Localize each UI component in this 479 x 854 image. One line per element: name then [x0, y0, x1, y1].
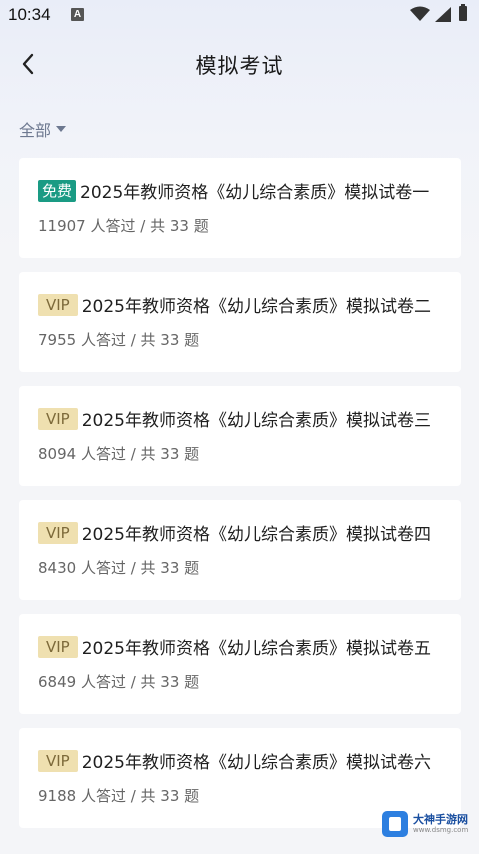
exam-title: 2025年教师资格《幼儿综合素质》模拟试卷四 — [81, 525, 431, 545]
exam-meta: 8430 人答过 / 共 33 题 — [38, 559, 200, 577]
exam-card[interactable]: VIP 2025年教师资格《幼儿综合素质》模拟试卷二 7955 人答过 / 共 … — [19, 272, 461, 372]
status-bar: 10:34 A — [0, 0, 479, 32]
status-time: 10:34 — [8, 5, 51, 24]
watermark: 大神手游网 www.dsmg.com — [382, 806, 472, 842]
caret-down-icon — [56, 126, 67, 132]
exam-title-row: VIP 2025年教师资格《幼儿综合素质》模拟试卷四 — [38, 520, 431, 545]
exam-title: 2025年教师资格《幼儿综合素质》模拟试卷三 — [81, 411, 431, 431]
signal-icon — [435, 7, 451, 22]
exam-title-row: VIP 2025年教师资格《幼儿综合素质》模拟试卷二 — [38, 292, 431, 317]
watermark-text: 大神手游网 www.dsmg.com — [413, 813, 468, 835]
page-title: 模拟考试 — [195, 54, 284, 78]
exam-meta: 7955 人答过 / 共 33 题 — [38, 331, 200, 349]
notification-icon: A — [71, 8, 84, 21]
exam-meta: 8094 人答过 / 共 33 题 — [38, 445, 200, 463]
exam-list: 免费 2025年教师资格《幼儿综合素质》模拟试卷一 11907 人答过 / 共 … — [19, 158, 461, 842]
header: 模拟考试 — [0, 32, 479, 96]
exam-title-row: VIP 2025年教师资格《幼儿综合素质》模拟试卷三 — [38, 406, 431, 431]
exam-meta: 9188 人答过 / 共 33 题 — [38, 787, 200, 805]
exam-title-row: 免费 2025年教师资格《幼儿综合素质》模拟试卷一 — [38, 178, 429, 203]
exam-title: 2025年教师资格《幼儿综合素质》模拟试卷一 — [80, 183, 430, 203]
exam-card[interactable]: 免费 2025年教师资格《幼儿综合素质》模拟试卷一 11907 人答过 / 共 … — [19, 158, 461, 258]
exam-title: 2025年教师资格《幼儿综合素质》模拟试卷二 — [81, 297, 431, 317]
watermark-logo-icon — [382, 811, 408, 837]
free-badge: 免费 — [38, 179, 77, 202]
exam-meta: 11907 人答过 / 共 33 题 — [38, 217, 209, 235]
filter-label: 全部 — [19, 121, 52, 140]
exam-card[interactable]: VIP 2025年教师资格《幼儿综合素质》模拟试卷四 8430 人答过 / 共 … — [19, 500, 461, 600]
vip-badge: VIP — [38, 749, 78, 772]
exam-meta: 6849 人答过 / 共 33 题 — [38, 673, 200, 691]
vip-badge: VIP — [38, 635, 78, 658]
vip-badge: VIP — [38, 293, 78, 316]
watermark-name: 大神手游网 — [413, 813, 468, 826]
exam-title-row: VIP 2025年教师资格《幼儿综合素质》模拟试卷六 — [38, 748, 431, 773]
exam-title: 2025年教师资格《幼儿综合素质》模拟试卷六 — [81, 753, 431, 773]
exam-card[interactable]: VIP 2025年教师资格《幼儿综合素质》模拟试卷三 8094 人答过 / 共 … — [19, 386, 461, 486]
exam-title: 2025年教师资格《幼儿综合素质》模拟试卷五 — [81, 639, 431, 659]
exam-title-row: VIP 2025年教师资格《幼儿综合素质》模拟试卷五 — [38, 634, 431, 659]
vip-badge: VIP — [38, 407, 78, 430]
wifi-icon — [410, 6, 430, 21]
exam-card[interactable]: VIP 2025年教师资格《幼儿综合素质》模拟试卷五 6849 人答过 / 共 … — [19, 614, 461, 714]
watermark-url: www.dsmg.com — [413, 826, 469, 834]
battery-icon — [459, 4, 467, 21]
vip-badge: VIP — [38, 521, 78, 544]
category-filter-dropdown[interactable]: 全部 — [19, 117, 67, 141]
